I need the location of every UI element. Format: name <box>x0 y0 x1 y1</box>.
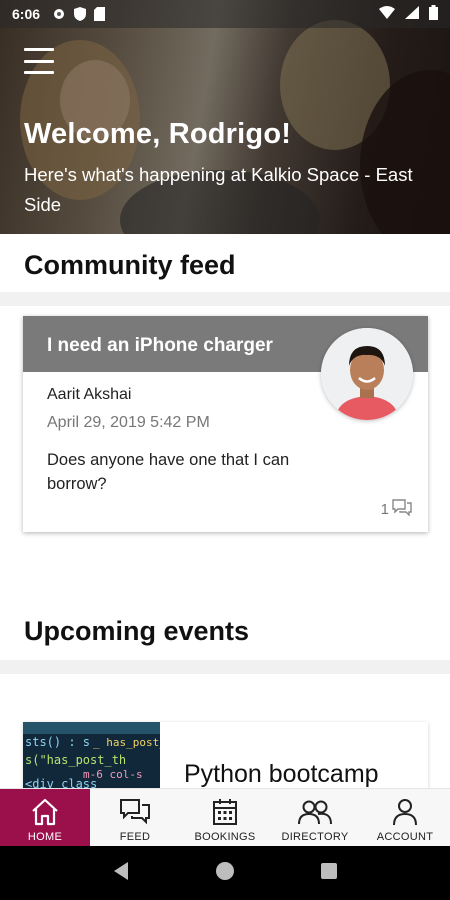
sd-card-icon <box>94 7 106 21</box>
nav-label: FEED <box>119 831 151 843</box>
back-icon[interactable] <box>112 861 130 886</box>
community-post-card[interactable]: I need an iPhone charger Aarit Akshai Ap… <box>23 316 428 532</box>
battery-icon <box>429 5 438 23</box>
nav-account[interactable]: ACCOUNT <box>360 789 450 846</box>
status-bar: 6:06 <box>0 0 450 28</box>
author-avatar[interactable] <box>321 328 413 420</box>
bottom-navigation: HOME FEED BOOKINGS DIRECTORY ACCOUNT <box>0 788 450 846</box>
event-card[interactable]: sts() : s _ has_post_th s("has_post_th m… <box>23 722 428 792</box>
community-feed-title: Community feed <box>24 250 236 280</box>
upcoming-events-title: Upcoming events <box>24 616 250 646</box>
hamburger-menu-icon[interactable] <box>24 48 54 74</box>
nav-home[interactable]: HOME <box>0 789 90 846</box>
svg-text:s("has_post_th: s("has_post_th <box>25 753 126 767</box>
nav-label: HOME <box>27 831 63 843</box>
event-thumbnail: sts() : s _ has_post_th s("has_post_th m… <box>23 722 160 792</box>
nav-label: DIRECTORY <box>281 831 349 843</box>
people-icon <box>298 797 332 827</box>
welcome-subtitle: Here's what's happening at Kalkio Space … <box>24 164 413 215</box>
event-title: Python bootcamp <box>184 760 379 788</box>
svg-text:sts() : s: sts() : s <box>25 735 90 749</box>
status-time: 6:06 <box>12 6 41 22</box>
chat-icon <box>119 797 151 827</box>
welcome-title: Welcome, Rodrigo! <box>24 118 292 150</box>
home-circle-icon[interactable] <box>215 861 235 886</box>
comment-icon <box>392 499 412 520</box>
nav-directory[interactable]: DIRECTORY <box>270 789 360 846</box>
shield-icon <box>74 7 87 21</box>
nav-label: BOOKINGS <box>194 831 256 843</box>
section-divider <box>0 292 450 306</box>
person-icon <box>392 797 418 827</box>
hero-banner: Welcome, Rodrigo! Here's what's happenin… <box>0 0 450 234</box>
home-icon <box>30 797 60 827</box>
signal-icon <box>405 6 419 22</box>
post-date: April 29, 2019 5:42 PM <box>47 414 210 431</box>
recents-icon[interactable] <box>320 862 338 885</box>
gear-icon <box>52 7 66 21</box>
post-body: Does anyone have one that I can borrow? <box>47 451 290 493</box>
calendar-icon <box>212 797 238 827</box>
wifi-icon <box>379 6 395 22</box>
system-navigation-bar <box>0 846 450 900</box>
section-divider <box>0 660 450 674</box>
comment-count-value: 1 <box>380 501 389 518</box>
svg-text:_ has_post_th: _ has_post_th <box>93 736 160 749</box>
nav-bookings[interactable]: BOOKINGS <box>180 789 270 846</box>
post-author[interactable]: Aarit Akshai <box>47 386 131 404</box>
comment-count[interactable]: 1 <box>381 499 412 520</box>
nav-feed[interactable]: FEED <box>90 789 180 846</box>
nav-label: ACCOUNT <box>376 831 434 843</box>
